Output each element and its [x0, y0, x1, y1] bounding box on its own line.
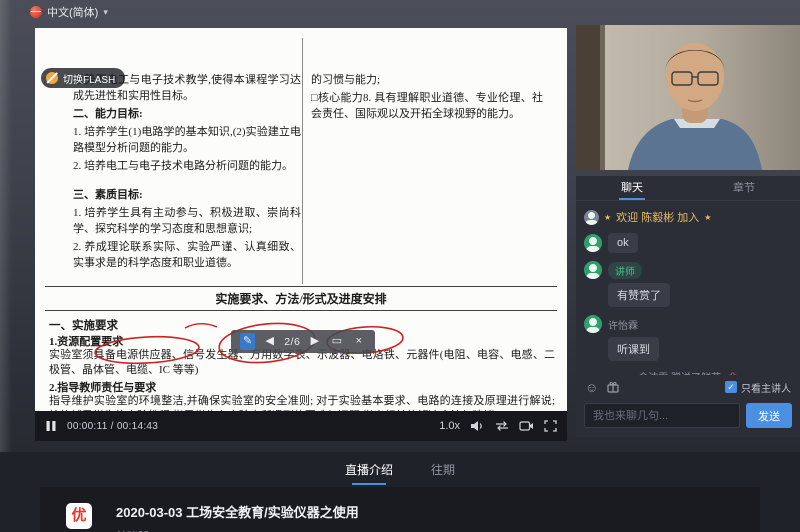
slide-section-title: 一、实施要求 — [49, 317, 118, 333]
gift-box-icon — [607, 381, 619, 393]
only-presenter-label: 只看主讲人 — [741, 380, 791, 395]
volume-button[interactable] — [470, 420, 485, 432]
slide-column-divider — [302, 38, 303, 284]
slide-paragraph: 2. 养成理论联系实际、实验严谨、认真细致、实事求是的科学态度和职业道德。 — [73, 239, 301, 271]
avatar — [584, 234, 602, 252]
chat-tab-bar: 聊天 章节 — [576, 176, 800, 201]
language-selector[interactable]: 中文(简体) ▾ — [30, 4, 108, 20]
message-header: 讲师 — [584, 261, 792, 279]
page-indicator: 2/6 — [284, 336, 300, 348]
bottom-section: 直播介绍 往期 优 优学院 2020-03-03 工场安全教育/实验仪器之使用 … — [0, 452, 800, 532]
course-title: 2020-03-03 工场安全教育/实验仪器之使用 — [116, 502, 359, 521]
volume-icon — [470, 420, 485, 432]
pause-button[interactable] — [45, 420, 57, 432]
star-decoration-icon: ★ — [704, 213, 711, 222]
fullscreen-button[interactable] — [544, 420, 557, 432]
slide-item-body: 指导维护实验室的环境整洁,并确保实验室的安全准则; 对于实验基本要求、电路的连接… — [49, 394, 555, 411]
pause-icon — [45, 420, 57, 432]
eraser-tool-icon[interactable]: ▭ — [329, 333, 344, 350]
clear-annotations-icon[interactable]: × — [351, 333, 366, 350]
send-button[interactable]: 发送 — [746, 403, 792, 428]
slide-heading: 二、能力目标: — [73, 106, 301, 122]
webcam-video — [576, 25, 800, 170]
message-bubble: ok — [608, 233, 638, 253]
gift-icon[interactable] — [607, 381, 619, 393]
chat-message: ok — [584, 233, 792, 253]
chat-toolbar: ☺ ✓ 只看主讲人 — [576, 375, 800, 399]
avatar — [584, 315, 602, 333]
slide-table-header: 实施要求、方法/形式及进度安排 — [45, 286, 557, 311]
slide-left-column: 形势下电工与电子技术教学,使得本课程学习达成先进性和实用性目标。 二、能力目标:… — [73, 72, 301, 273]
time-display: 00:00:11 / 00:14:43 — [67, 421, 158, 432]
pen-tool-icon[interactable]: ✎ — [240, 333, 255, 350]
sender-name-badge: 讲师 — [608, 262, 642, 279]
star-decoration-icon: ★ — [604, 213, 611, 222]
slide-document: 切换FLASH 形势下电工与电子技术教学,使得本课程学习达成先进性和实用性目标。… — [35, 28, 567, 411]
uxuetang-logo: 优 优学院 — [58, 503, 100, 532]
annotation-toolbar: ✎ ◀ 2/6 ▶ ▭ × — [231, 330, 375, 353]
message-bubble: 有赞赏了 — [608, 283, 670, 307]
chevron-down-icon: ▾ — [103, 7, 108, 18]
chat-message-list[interactable]: ★ 欢迎 陈毅彬 加入 ★ ok 讲师 有赞赏了 许怡霖 — [576, 201, 800, 375]
slide-item-title: 2.指导教师责任与要求 — [49, 379, 156, 395]
flash-icon — [46, 72, 58, 84]
slide-heading: 三、素质目标: — [73, 187, 301, 203]
course-card[interactable]: 优 优学院 2020-03-03 工场安全教育/实验仪器之使用 林琽跃 — [40, 487, 760, 532]
logo-glyph: 优 — [66, 503, 92, 529]
slide-item-title: 1.资源配置要求 — [49, 333, 123, 349]
chat-panel: 聊天 章节 ★ 欢迎 陈毅彬 加入 ★ ok 讲师 有赞赏了 — [576, 176, 800, 437]
slide-paragraph: 2. 培养电工与电子技术电路分析问题的能力。 — [73, 158, 301, 174]
slide-right-column: 的习惯与能力; □核心能力8. 具有理解职业道德、专业伦理、社会责任、国际观以及… — [311, 72, 543, 124]
bottom-tab-bar: 直播介绍 往期 — [0, 452, 800, 485]
welcome-message: ★ 欢迎 陈毅彬 加入 ★ — [584, 209, 792, 225]
fullscreen-icon — [544, 420, 557, 432]
chat-message-input[interactable] — [584, 403, 740, 428]
slide-paragraph: 的习惯与能力; — [311, 72, 543, 88]
switch-flash-label: 切换FLASH — [63, 71, 115, 86]
chat-message: 许怡霖 听课到 — [584, 315, 792, 361]
line-switch-button[interactable] — [495, 420, 509, 432]
slide-item-body-line: 指导维护实验室的环境整洁,并确保实验室的安全准则; 对于实验基本要求、电路的连接… — [49, 395, 555, 407]
only-presenter-toggle[interactable]: ✓ 只看主讲人 — [725, 380, 791, 395]
next-page-icon[interactable]: ▶ — [307, 333, 322, 350]
slide-paragraph: □核心能力8. 具有理解职业道德、专业伦理、社会责任、国际观以及开拓全球视野的能… — [311, 90, 543, 122]
sender-name: 许怡霖 — [608, 317, 638, 332]
chat-message: 讲师 有赞赏了 — [584, 261, 792, 307]
line-switch-icon — [495, 420, 509, 432]
prev-page-icon[interactable]: ◀ — [262, 333, 277, 350]
course-meta: 2020-03-03 工场安全教育/实验仪器之使用 林琽跃 — [116, 500, 359, 532]
presenter-figure — [576, 25, 800, 170]
switch-flash-button[interactable]: 切换FLASH — [41, 68, 125, 88]
welcome-text: 欢迎 陈毅彬 加入 — [616, 209, 699, 225]
language-label: 中文(简体) — [47, 4, 98, 20]
emoji-picker-icon[interactable]: ☺ — [585, 381, 598, 394]
tab-live-intro[interactable]: 直播介绍 — [345, 461, 393, 485]
checkbox-checked-icon: ✓ — [725, 381, 737, 393]
camera-button[interactable] — [519, 420, 534, 432]
message-header: 许怡霖 — [584, 315, 792, 333]
avatar — [584, 261, 602, 279]
slide-paragraph: 1. 培养学生(1)电路学的基本知识,(2)实验建立电路模型分析问题的能力。 — [73, 124, 301, 156]
course-instructor: 林琽跃 — [116, 528, 359, 532]
player-controls: 00:00:11 / 00:14:43 1.0x — [35, 411, 567, 441]
tab-chat[interactable]: 聊天 — [576, 176, 688, 200]
tab-past-sessions[interactable]: 往期 — [431, 461, 455, 485]
slide-paragraph: 1. 培养学生具有主动参与、积极进取、崇尚科学、探究科学的学习态度和思想意识; — [73, 205, 301, 237]
globe-icon — [30, 6, 42, 18]
tab-chapters[interactable]: 章节 — [688, 176, 800, 200]
app-root: 中文(简体) ▾ 切换FLASH 形势下电工与电子技术教学,使得本课程学习达成先… — [0, 0, 800, 532]
camera-icon — [519, 420, 534, 432]
chat-input-row: 发送 — [576, 399, 800, 437]
avatar — [584, 210, 599, 225]
message-bubble: 听课到 — [608, 337, 659, 361]
playback-speed-button[interactable]: 1.0x — [439, 420, 460, 432]
